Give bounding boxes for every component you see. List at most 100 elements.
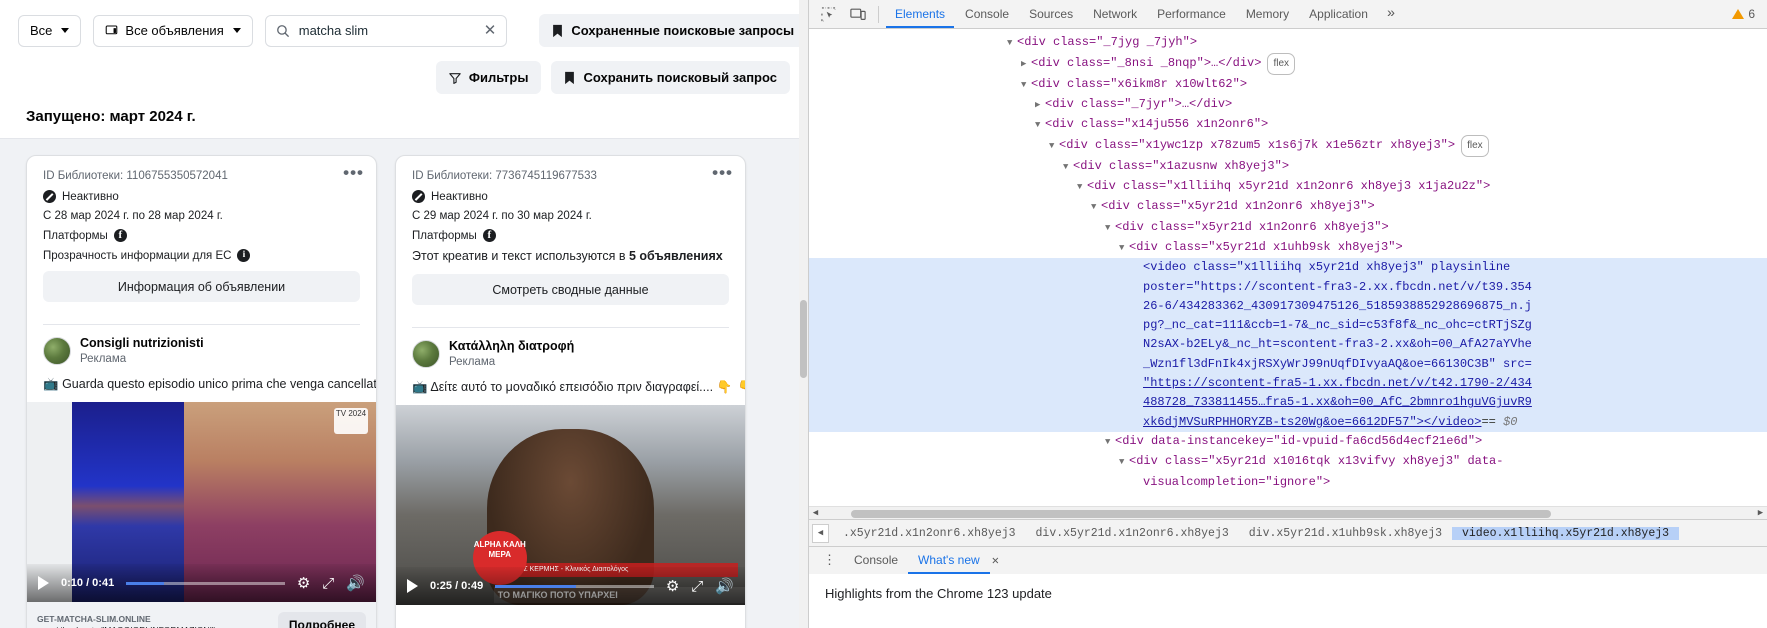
drawer-tab-console[interactable]: Console (844, 547, 908, 574)
view-summary-button[interactable]: Смотреть сводные данные (412, 274, 729, 305)
ad-copy-text: 📺 Δείτε αυτό το μοναδικό επεισόδιο πριν … (396, 369, 745, 405)
scrollbar-thumb[interactable] (851, 510, 1551, 519)
tab-console[interactable]: Console (956, 0, 1018, 28)
tab-memory[interactable]: Memory (1237, 0, 1298, 28)
expand-triangle-icon[interactable]: ▼ (1007, 34, 1017, 53)
video-src-url-line[interactable]: xk6djMVSuRPHHORYZB-ts20Wg&oe=6612DF57"><… (1143, 415, 1481, 429)
dom-horizontal-scrollbar[interactable]: ◀ ▶ (809, 506, 1767, 520)
app-root: Все Все объявления matcha slim ✕ Сохране… (0, 0, 1767, 628)
dom-node[interactable]: ▶ <div class="_7jyr">…</div> (809, 95, 1767, 115)
ad-details-button[interactable]: Информация об объявлении (43, 271, 360, 302)
inspect-element-icon[interactable] (815, 2, 842, 27)
tab-performance[interactable]: Performance (1148, 0, 1235, 28)
flex-badge[interactable]: flex (1461, 135, 1489, 157)
close-icon[interactable]: ✕ (992, 553, 999, 568)
play-button[interactable] (38, 576, 49, 590)
breadcrumb-item[interactable]: .x5yr21d.x1n2onr6.xh8yej3 (833, 527, 1026, 540)
ad-video-player[interactable]: TV 2024 0:10 / 0:41 ⚙ ⤢ 🔊 (27, 402, 376, 602)
saved-searches-button[interactable]: Сохраненные поисковые запросы (539, 14, 808, 47)
dom-node[interactable]: ▼ <div data-instancekey="id-vpuid-fa6cd56… (809, 432, 1767, 452)
dom-node[interactable]: ▼ <div class="x1ywc1zp x78zum5 x1s6j7k x1… (809, 135, 1767, 157)
ad-dates: С 29 мар 2024 г. по 30 мар 2024 г. (412, 210, 592, 222)
selected-dom-node[interactable]: <video class="x1lliihq x5yr21d xh8yej3" … (809, 258, 1767, 432)
ad-card-options-icon[interactable]: ••• (712, 164, 733, 181)
advertiser-name[interactable]: Consigli nutrizionisti (80, 336, 204, 352)
expand-triangle-icon[interactable]: ▼ (1119, 239, 1129, 258)
dom-node[interactable]: ▼ <div class="x5yr21d x1n2onr6 xh8yej3"> (809, 197, 1767, 217)
breadcrumb-item[interactable]: div.x5yr21d.x1n2onr6.xh8yej3 (1026, 527, 1239, 540)
scroll-right-icon[interactable]: ▶ (1754, 508, 1767, 518)
drawer-tab-whats-new[interactable]: What's new (908, 547, 990, 575)
avatar[interactable] (43, 337, 71, 365)
expand-triangle-icon[interactable]: ▼ (1021, 76, 1031, 95)
info-icon[interactable]: i (237, 249, 251, 262)
facebook-icon: f (482, 229, 496, 242)
close-icon[interactable]: ✕ (484, 23, 497, 38)
more-options-icon[interactable]: ⋮ (815, 553, 844, 568)
whats-new-heading: Highlights from the Chrome 123 update (825, 586, 1052, 602)
learn-more-button[interactable]: Подробнее (277, 612, 366, 628)
warning-indicator[interactable]: 6 (1732, 7, 1761, 21)
collapse-triangle-icon[interactable]: ▶ (1035, 96, 1045, 115)
save-search-button[interactable]: Сохранить поисковый запрос (551, 61, 790, 94)
expand-triangle-icon[interactable]: ▼ (1119, 453, 1129, 472)
dom-node[interactable]: ▼ <div class="x6ikm8r x10wlt62"> (809, 75, 1767, 95)
settings-gear-icon[interactable]: ⚙ (666, 579, 679, 594)
fullscreen-icon[interactable]: ⤢ (322, 576, 334, 591)
tab-elements[interactable]: Elements (886, 0, 955, 28)
filters-button[interactable]: Фильтры (435, 61, 542, 94)
page-scrollbar[interactable] (799, 0, 808, 628)
volume-icon[interactable]: 🔊 (715, 579, 734, 594)
dom-tree[interactable]: ▼ <div class="_7jyg _7jyh"> ▶ <div class="… (809, 29, 1767, 507)
fullscreen-icon[interactable]: ⤢ (691, 579, 703, 594)
dom-node[interactable]: ▶ <div class="_8nsi _8nqp">…</div> flex (809, 53, 1767, 75)
settings-gear-icon[interactable]: ⚙ (297, 576, 310, 591)
expand-triangle-icon[interactable]: ▼ (1077, 178, 1087, 197)
search-box[interactable]: ✕ (264, 14, 508, 47)
scroll-left-icon[interactable]: ◀ (809, 508, 822, 518)
play-button[interactable] (407, 579, 418, 593)
expand-triangle-icon[interactable]: ▼ (1063, 158, 1073, 177)
country-filter-dropdown[interactable]: Все (18, 14, 82, 47)
search-input[interactable] (298, 23, 475, 38)
chevron-left-icon[interactable]: ◀ (812, 523, 829, 543)
expand-triangle-icon[interactable]: ▼ (1091, 198, 1101, 217)
video-src-url-line[interactable]: 488728_733811455…fra5-1.xx&oh=00_AfC_2bm… (1143, 395, 1532, 409)
dom-node[interactable]: ▼ <div class="x14ju556 x1n2onr6"> (809, 115, 1767, 135)
scrollbar-thumb[interactable] (800, 300, 807, 378)
dom-node[interactable]: visualcompletion="ignore"> (809, 473, 1767, 492)
video-progress-bar[interactable] (126, 581, 285, 585)
tab-application[interactable]: Application (1300, 0, 1377, 28)
chevron-double-right-icon[interactable]: » (1379, 6, 1403, 22)
expand-triangle-icon[interactable]: ▼ (1105, 433, 1115, 452)
ad-card-options-icon[interactable]: ••• (343, 164, 364, 181)
dom-node[interactable]: ▼ <div class="x1azusnw xh8yej3"> (809, 157, 1767, 177)
breadcrumb-item-active[interactable]: video.x1lliihq.x5yr21d.xh8yej3 (1452, 526, 1680, 540)
ad-card-metadata: ••• ID Библиотеки: 7736745119677533 Неак… (396, 156, 745, 315)
dom-node[interactable]: ▼ <div class="x5yr21d x1016tqk x13vifvy x… (809, 452, 1767, 472)
toolbar-divider (878, 5, 879, 23)
tab-network[interactable]: Network (1084, 0, 1146, 28)
expand-triangle-icon[interactable]: ▼ (1049, 137, 1059, 156)
avatar[interactable] (412, 340, 440, 368)
ad-type-filter-dropdown[interactable]: Все объявления (93, 14, 253, 47)
advertiser-name[interactable]: Κατάλληλη διατροφή (449, 339, 574, 355)
status-badge: Неактивно (431, 190, 488, 203)
expand-triangle-icon[interactable]: ▼ (1105, 219, 1115, 238)
tab-sources[interactable]: Sources (1020, 0, 1082, 28)
video-src-url-line[interactable]: "https://scontent-fra5-1.xx.fbcdn.net/v/… (1143, 376, 1532, 390)
video-progress-bar[interactable] (495, 584, 654, 588)
dom-node[interactable]: ▼ <div class="x5yr21d x1uhb9sk xh8yej3"> (809, 238, 1767, 258)
dom-node[interactable]: ▼ <div class="x5yr21d x1n2onr6 xh8yej3"> (809, 218, 1767, 238)
device-toolbar-icon[interactable] (844, 2, 871, 27)
breadcrumb: ◀ .x5yr21d.x1n2onr6.xh8yej3 div.x5yr21d.… (809, 519, 1767, 547)
dom-node[interactable]: ▼ <div class="x1lliihq x5yr21d x1n2onr6 x… (809, 177, 1767, 197)
volume-icon[interactable]: 🔊 (346, 576, 365, 591)
ad-video-player[interactable]: ΓΙΑΝΝΗΣ ΚΕΡΜΗΣ - Κλινικός Διαιτολόγος ΤΟ… (396, 405, 745, 605)
flex-badge[interactable]: flex (1267, 53, 1295, 75)
dom-node-text: <div class="x1ywc1zp x78zum5 x1s6j7k x1e… (1059, 138, 1456, 153)
breadcrumb-item[interactable]: div.x5yr21d.x1uhb9sk.xh8yej3 (1239, 527, 1452, 540)
collapse-triangle-icon[interactable]: ▶ (1021, 55, 1031, 74)
dom-node[interactable]: ▼ <div class="_7jyg _7jyh"> (809, 33, 1767, 53)
expand-triangle-icon[interactable]: ▼ (1035, 116, 1045, 135)
